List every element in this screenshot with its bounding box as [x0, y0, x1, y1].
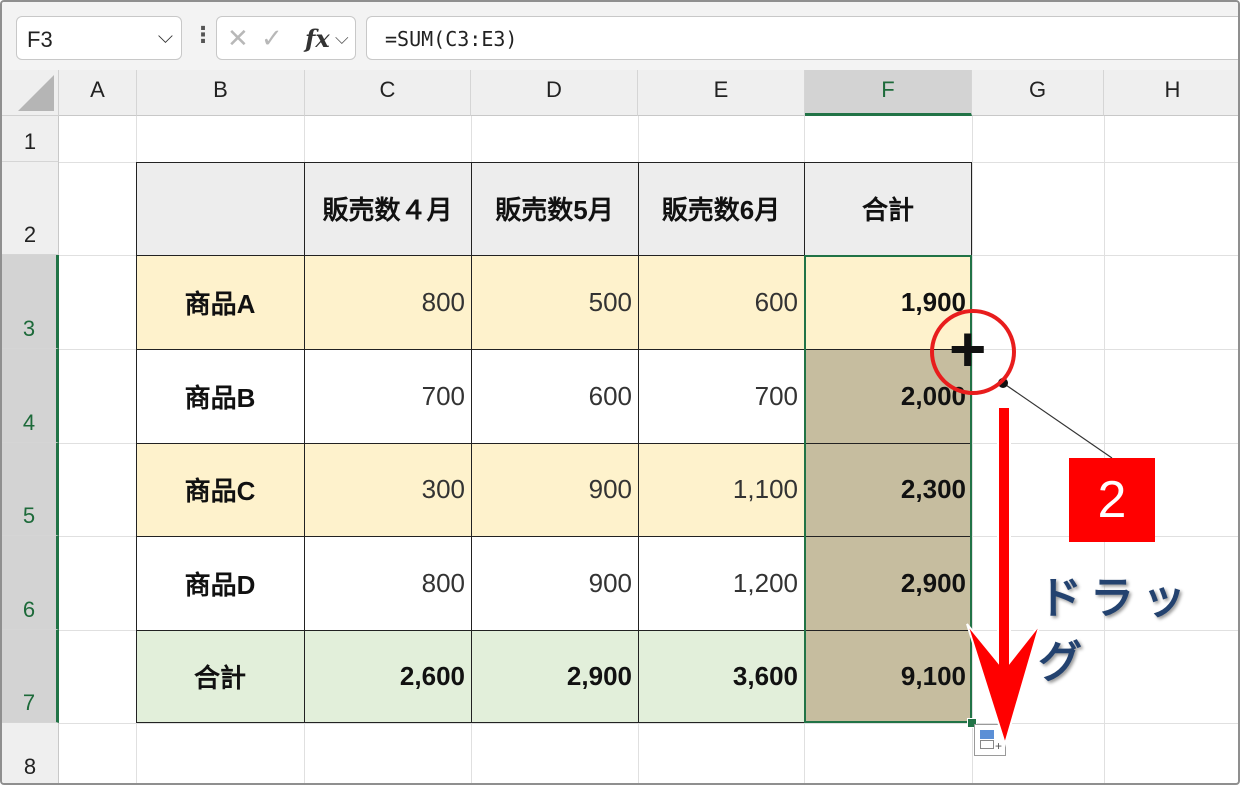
- drag-instruction-label: ドラッグ: [1038, 574, 1194, 687]
- step-number-badge: 2: [1069, 458, 1155, 542]
- callout-leader-line: [1002, 382, 1113, 459]
- excel-window: F3 ⌵ ⋮ ✕ ✓ fx ⌵ =SUM(C3:E3) A B C D E F …: [0, 0, 1240, 785]
- down-arrow-icon: [966, 406, 1041, 748]
- crosshair-cursor-icon: +: [949, 313, 987, 385]
